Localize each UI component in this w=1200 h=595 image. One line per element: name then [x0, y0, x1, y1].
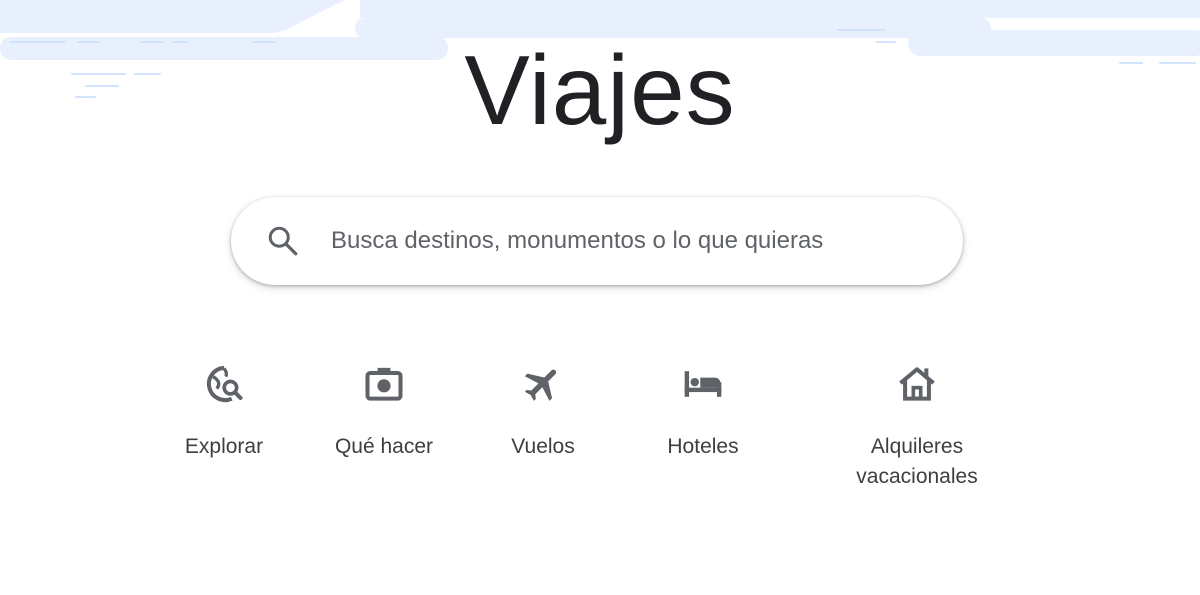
category-label-alquileres-vacacionales: Alquileres vacacionales — [856, 435, 978, 488]
category-alquileres-vacacionales[interactable]: Alquileres vacacionales — [841, 362, 993, 492]
category-label-que-hacer: Qué hacer — [334, 435, 434, 458]
category-label-vuelos: Vuelos — [511, 435, 575, 458]
search-icon[interactable] — [265, 223, 301, 259]
airplane-icon — [524, 369, 557, 401]
search-input[interactable] — [331, 219, 931, 263]
category-vuelos[interactable]: Vuelos — [494, 362, 592, 462]
page-title: Viajes — [464, 35, 736, 145]
bed-icon — [684, 371, 722, 397]
house-icon — [899, 367, 935, 401]
search-box[interactable] — [231, 197, 963, 285]
category-hoteles[interactable]: Hoteles — [653, 362, 753, 462]
category-que-hacer[interactable]: Qué hacer — [320, 362, 448, 462]
explore-globe-icon — [206, 365, 243, 403]
category-label-hoteles: Hoteles — [667, 435, 739, 458]
camera-icon — [365, 367, 403, 401]
category-label-explorar: Explorar — [184, 435, 264, 458]
category-explorar[interactable]: Explorar — [170, 362, 278, 462]
